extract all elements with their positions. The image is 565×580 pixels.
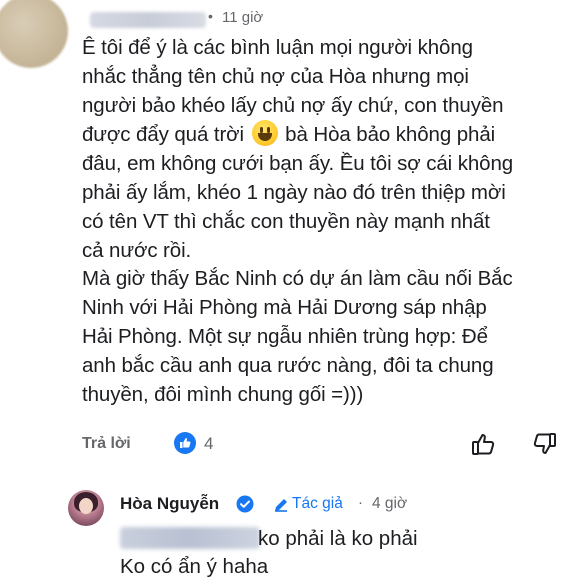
comment-timestamp[interactable]: 11 giờ	[222, 9, 263, 26]
author-badge: Tác giả	[292, 495, 343, 512]
reply-text-line-2: Ko có ẩn ý haha	[120, 555, 269, 578]
commenter-name-blurred[interactable]	[90, 12, 206, 28]
comment-paragraph-1: Ê tôi để ý là các bình luận mọi người kh…	[82, 34, 552, 265]
like-reaction-icon[interactable]	[174, 432, 196, 454]
comment-paragraph-2: Mà giờ thấy Bắc Ninh có dự án làm cầu nố…	[82, 267, 513, 406]
smiling-face-emoji-icon	[251, 120, 278, 147]
mention-tag-blurred[interactable]	[120, 527, 260, 549]
like-count[interactable]: 4	[204, 434, 213, 454]
separator-dot: ·	[358, 494, 363, 511]
separator-dot: •	[208, 8, 214, 24]
reply-author-avatar[interactable]	[68, 490, 104, 526]
reply-button[interactable]: Trả lời	[82, 435, 131, 453]
reply-author-name[interactable]: Hòa Nguyễn	[120, 494, 219, 514]
reply-text-line-1: ko phải là ko phải	[258, 527, 418, 550]
comment-actions: Trả lời 4	[82, 430, 562, 460]
comment-text: Ê tôi để ý là các bình luận mọi người kh…	[82, 34, 552, 409]
thumbs-up-icon[interactable]	[470, 430, 498, 463]
pencil-icon	[272, 496, 290, 519]
verified-badge-icon	[236, 495, 254, 518]
reply-timestamp[interactable]: 4 giờ	[372, 495, 407, 513]
thumbs-down-icon[interactable]	[530, 430, 558, 463]
commenter-avatar[interactable]	[0, 0, 68, 68]
